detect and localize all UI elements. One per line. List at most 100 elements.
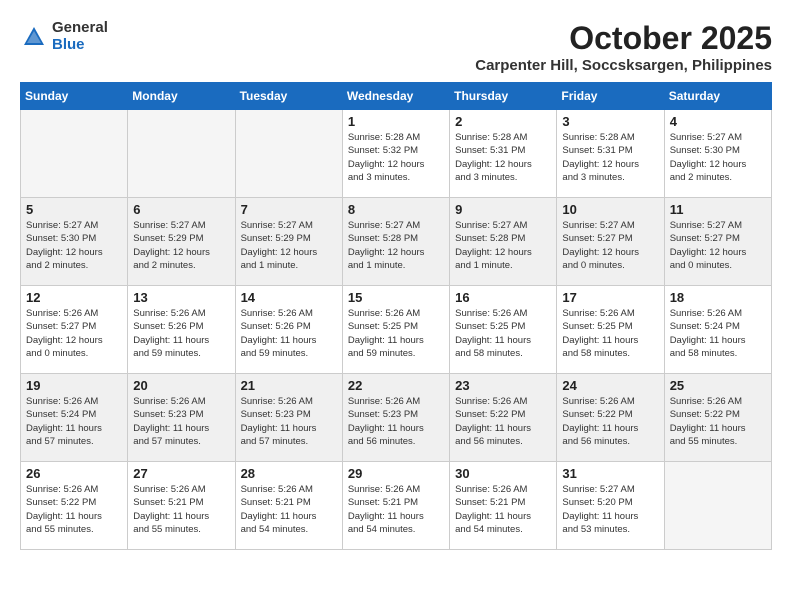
day-info: Sunrise: 5:26 AM Sunset: 5:24 PM Dayligh… <box>670 307 766 360</box>
weekday-header: Friday <box>557 83 664 110</box>
day-number: 10 <box>562 202 658 217</box>
calendar-cell <box>235 110 342 198</box>
calendar-cell: 24 Sunrise: 5:26 AM Sunset: 5:22 PM Dayli… <box>557 374 664 462</box>
day-info: Sunrise: 5:27 AM Sunset: 5:27 PM Dayligh… <box>670 219 766 272</box>
day-number: 17 <box>562 290 658 305</box>
location-title: Carpenter Hill, Soccsksargen, Philippine… <box>475 57 772 74</box>
calendar-cell: 8 Sunrise: 5:27 AM Sunset: 5:28 PM Daylig… <box>342 198 449 286</box>
day-info: Sunrise: 5:26 AM Sunset: 5:27 PM Dayligh… <box>26 307 122 360</box>
day-number: 12 <box>26 290 122 305</box>
day-number: 6 <box>133 202 229 217</box>
day-info: Sunrise: 5:26 AM Sunset: 5:21 PM Dayligh… <box>455 483 551 536</box>
calendar-cell: 21 Sunrise: 5:26 AM Sunset: 5:23 PM Dayli… <box>235 374 342 462</box>
day-info: Sunrise: 5:26 AM Sunset: 5:23 PM Dayligh… <box>133 395 229 448</box>
day-number: 3 <box>562 114 658 129</box>
calendar-cell: 16 Sunrise: 5:26 AM Sunset: 5:25 PM Dayli… <box>450 286 557 374</box>
calendar-cell: 25 Sunrise: 5:26 AM Sunset: 5:22 PM Dayli… <box>664 374 771 462</box>
day-number: 8 <box>348 202 444 217</box>
calendar-cell: 3Sunrise: 5:28 AM Sunset: 5:31 PM Daylig… <box>557 110 664 198</box>
day-number: 22 <box>348 378 444 393</box>
day-number: 11 <box>670 202 766 217</box>
day-info: Sunrise: 5:26 AM Sunset: 5:25 PM Dayligh… <box>348 307 444 360</box>
day-info: Sunrise: 5:27 AM Sunset: 5:30 PM Dayligh… <box>26 219 122 272</box>
calendar-cell: 14 Sunrise: 5:26 AM Sunset: 5:26 PM Dayli… <box>235 286 342 374</box>
day-number: 26 <box>26 466 122 481</box>
day-number: 25 <box>670 378 766 393</box>
day-info: Sunrise: 5:26 AM Sunset: 5:26 PM Dayligh… <box>241 307 337 360</box>
weekday-header: Tuesday <box>235 83 342 110</box>
weekday-header: Monday <box>128 83 235 110</box>
calendar-cell: 22 Sunrise: 5:26 AM Sunset: 5:23 PM Dayli… <box>342 374 449 462</box>
day-number: 7 <box>241 202 337 217</box>
calendar-cell: 10 Sunrise: 5:27 AM Sunset: 5:27 PM Dayli… <box>557 198 664 286</box>
calendar-cell: 17Sunrise: 5:26 AM Sunset: 5:25 PM Dayli… <box>557 286 664 374</box>
day-info: Sunrise: 5:28 AM Sunset: 5:31 PM Dayligh… <box>455 131 551 184</box>
month-title: October 2025 <box>475 20 772 57</box>
day-number: 1 <box>348 114 444 129</box>
calendar-cell: 20Sunrise: 5:26 AM Sunset: 5:23 PM Dayli… <box>128 374 235 462</box>
day-info: Sunrise: 5:27 AM Sunset: 5:29 PM Dayligh… <box>133 219 229 272</box>
calendar-week-row: 1 Sunrise: 5:28 AM Sunset: 5:32 PM Daylig… <box>21 110 772 198</box>
day-info: Sunrise: 5:27 AM Sunset: 5:29 PM Dayligh… <box>241 219 337 272</box>
day-info: Sunrise: 5:26 AM Sunset: 5:23 PM Dayligh… <box>348 395 444 448</box>
calendar-table: SundayMondayTuesdayWednesdayThursdayFrid… <box>20 82 772 550</box>
day-info: Sunrise: 5:28 AM Sunset: 5:32 PM Dayligh… <box>348 131 444 184</box>
day-number: 27 <box>133 466 229 481</box>
weekday-header: Wednesday <box>342 83 449 110</box>
calendar-cell: 26 Sunrise: 5:26 AM Sunset: 5:22 PM Dayli… <box>21 462 128 550</box>
day-number: 18 <box>670 290 766 305</box>
weekday-header: Sunday <box>21 83 128 110</box>
day-info: Sunrise: 5:27 AM Sunset: 5:27 PM Dayligh… <box>562 219 658 272</box>
day-number: 29 <box>348 466 444 481</box>
weekday-header: Thursday <box>450 83 557 110</box>
day-number: 28 <box>241 466 337 481</box>
calendar-cell <box>128 110 235 198</box>
day-number: 31 <box>562 466 658 481</box>
calendar-week-row: 5 Sunrise: 5:27 AM Sunset: 5:30 PM Daylig… <box>21 198 772 286</box>
page-header: General Blue October 2025 Carpenter Hill… <box>20 20 772 74</box>
calendar-cell: 12 Sunrise: 5:26 AM Sunset: 5:27 PM Dayli… <box>21 286 128 374</box>
day-number: 24 <box>562 378 658 393</box>
day-info: Sunrise: 5:26 AM Sunset: 5:25 PM Dayligh… <box>455 307 551 360</box>
day-number: 19 <box>26 378 122 393</box>
day-info: Sunrise: 5:26 AM Sunset: 5:21 PM Dayligh… <box>348 483 444 536</box>
calendar-cell: 7 Sunrise: 5:27 AM Sunset: 5:29 PM Daylig… <box>235 198 342 286</box>
day-number: 5 <box>26 202 122 217</box>
day-info: Sunrise: 5:26 AM Sunset: 5:21 PM Dayligh… <box>133 483 229 536</box>
day-number: 23 <box>455 378 551 393</box>
day-number: 9 <box>455 202 551 217</box>
day-info: Sunrise: 5:26 AM Sunset: 5:21 PM Dayligh… <box>241 483 337 536</box>
day-number: 13 <box>133 290 229 305</box>
calendar-cell: 27 Sunrise: 5:26 AM Sunset: 5:21 PM Dayli… <box>128 462 235 550</box>
calendar-cell: 2Sunrise: 5:28 AM Sunset: 5:31 PM Daylig… <box>450 110 557 198</box>
calendar-cell: 31Sunrise: 5:27 AM Sunset: 5:20 PM Dayli… <box>557 462 664 550</box>
calendar-week-row: 26 Sunrise: 5:26 AM Sunset: 5:22 PM Dayli… <box>21 462 772 550</box>
day-info: Sunrise: 5:26 AM Sunset: 5:22 PM Dayligh… <box>670 395 766 448</box>
day-info: Sunrise: 5:26 AM Sunset: 5:22 PM Dayligh… <box>562 395 658 448</box>
calendar-cell: 15Sunrise: 5:26 AM Sunset: 5:25 PM Dayli… <box>342 286 449 374</box>
day-info: Sunrise: 5:27 AM Sunset: 5:28 PM Dayligh… <box>455 219 551 272</box>
day-info: Sunrise: 5:26 AM Sunset: 5:24 PM Dayligh… <box>26 395 122 448</box>
logo-general-label: General <box>52 20 108 37</box>
day-info: Sunrise: 5:26 AM Sunset: 5:23 PM Dayligh… <box>241 395 337 448</box>
calendar-cell: 13 Sunrise: 5:26 AM Sunset: 5:26 PM Dayli… <box>128 286 235 374</box>
day-number: 14 <box>241 290 337 305</box>
logo-text: General Blue <box>52 20 108 53</box>
calendar-cell: 6 Sunrise: 5:27 AM Sunset: 5:29 PM Daylig… <box>128 198 235 286</box>
calendar-cell: 18 Sunrise: 5:26 AM Sunset: 5:24 PM Dayli… <box>664 286 771 374</box>
calendar-cell: 4Sunrise: 5:27 AM Sunset: 5:30 PM Daylig… <box>664 110 771 198</box>
day-info: Sunrise: 5:27 AM Sunset: 5:28 PM Dayligh… <box>348 219 444 272</box>
calendar-cell: 1 Sunrise: 5:28 AM Sunset: 5:32 PM Daylig… <box>342 110 449 198</box>
logo-icon <box>20 23 48 51</box>
day-number: 21 <box>241 378 337 393</box>
weekday-header: Saturday <box>664 83 771 110</box>
calendar-cell: 19 Sunrise: 5:26 AM Sunset: 5:24 PM Dayli… <box>21 374 128 462</box>
calendar-cell: 9 Sunrise: 5:27 AM Sunset: 5:28 PM Daylig… <box>450 198 557 286</box>
calendar-cell: 30Sunrise: 5:26 AM Sunset: 5:21 PM Dayli… <box>450 462 557 550</box>
day-info: Sunrise: 5:26 AM Sunset: 5:22 PM Dayligh… <box>26 483 122 536</box>
calendar-week-row: 19 Sunrise: 5:26 AM Sunset: 5:24 PM Dayli… <box>21 374 772 462</box>
day-info: Sunrise: 5:27 AM Sunset: 5:30 PM Dayligh… <box>670 131 766 184</box>
day-info: Sunrise: 5:26 AM Sunset: 5:26 PM Dayligh… <box>133 307 229 360</box>
day-number: 16 <box>455 290 551 305</box>
calendar-cell: 23Sunrise: 5:26 AM Sunset: 5:22 PM Dayli… <box>450 374 557 462</box>
